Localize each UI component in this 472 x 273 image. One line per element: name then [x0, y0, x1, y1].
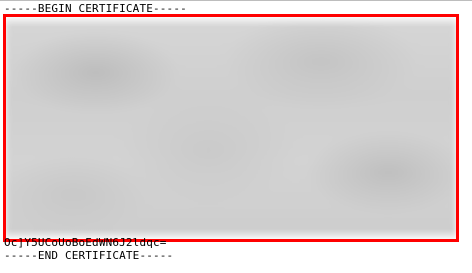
certificate-tail-line: Oc]Y5UCoUoBoEdWN6J2ldqc=	[4, 236, 167, 249]
redaction-top-fade	[6, 17, 456, 27]
redaction-blur	[6, 17, 456, 239]
redacted-certificate-body	[3, 14, 459, 242]
certificate-end-marker: -----END CERTIFICATE-----	[4, 249, 174, 262]
top-divider	[0, 0, 472, 1]
